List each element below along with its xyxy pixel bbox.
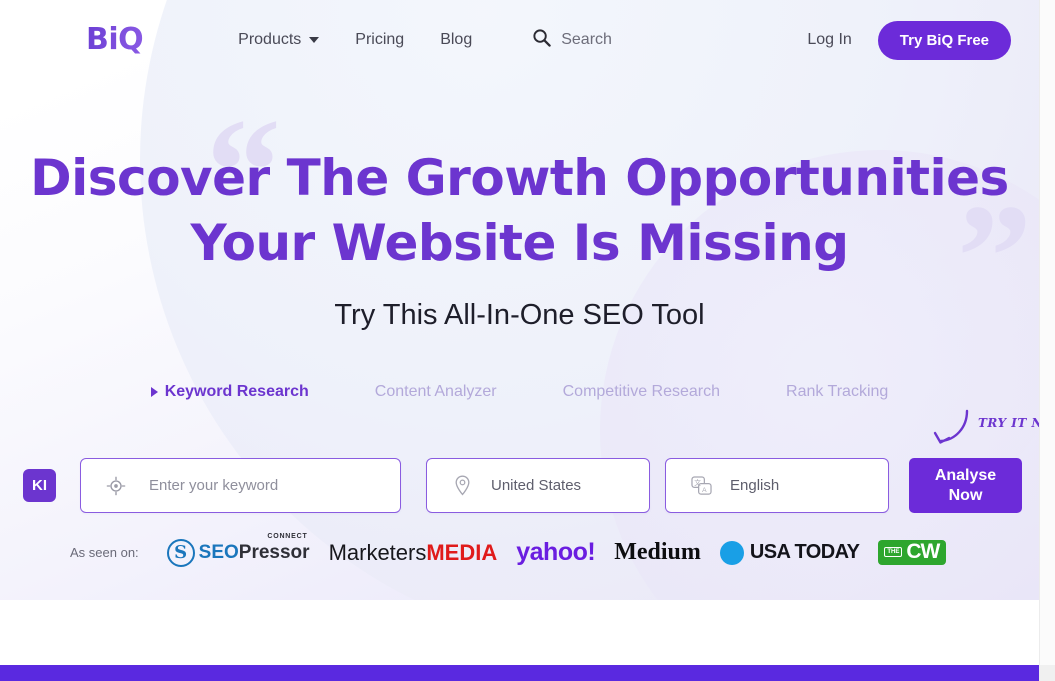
logo-seopressor: S SEOPressor CONNECT bbox=[166, 533, 310, 567]
login-link[interactable]: Log In bbox=[807, 31, 851, 49]
page-scrollbar[interactable] bbox=[1039, 0, 1055, 681]
tab-keyword-research[interactable]: Keyword Research bbox=[118, 383, 342, 401]
cw-the-label: THE bbox=[884, 546, 903, 557]
logo-yahoo: yahoo! bbox=[516, 538, 596, 566]
nav-item-pricing[interactable]: Pricing bbox=[337, 31, 422, 49]
cw-badge: THE CW bbox=[878, 539, 947, 566]
tool-tabs: Keyword Research Content Analyzer Compet… bbox=[0, 383, 1039, 401]
scrollbar-corner bbox=[1040, 665, 1055, 681]
country-select-value: United States bbox=[491, 477, 582, 494]
marketersmedia-text-a: Marketers bbox=[328, 539, 427, 565]
tab-keyword-research-label: Keyword Research bbox=[164, 383, 309, 400]
main-navigation: Products Pricing Blog bbox=[220, 31, 490, 49]
search-icon bbox=[532, 28, 551, 52]
background-decoration bbox=[0, 0, 1055, 681]
logo-medium: Medium bbox=[614, 539, 701, 565]
seopressor-text-b: Pressor bbox=[238, 541, 310, 563]
page-root: “ ” BiQ Products Pricing Blog Search Log… bbox=[0, 0, 1055, 681]
cw-wordmark: CW bbox=[906, 539, 940, 563]
seopressor-wordmark: SEOPressor CONNECT bbox=[198, 533, 310, 564]
svg-text:文: 文 bbox=[694, 477, 701, 486]
seopressor-superscript: CONNECT bbox=[267, 532, 308, 540]
logo-usatoday: USA TODAY bbox=[719, 540, 860, 565]
seopressor-mark-icon: S bbox=[166, 538, 195, 567]
translate-icon: 文 A bbox=[690, 475, 712, 497]
header-search-label: Search bbox=[561, 31, 612, 48]
header-search[interactable]: Search bbox=[532, 28, 612, 52]
language-select-value: English bbox=[730, 477, 780, 494]
page-title: Discover The Growth Opportunities Your W… bbox=[0, 146, 1039, 276]
as-seen-on-section: As seen on: S SEOPressor CONNECT Marketer… bbox=[0, 533, 1039, 567]
seopressor-text-a: SEO bbox=[198, 541, 239, 563]
try-biq-free-button[interactable]: Try BiQ Free bbox=[877, 20, 1011, 60]
marketersmedia-text-b: MEDIA bbox=[426, 539, 498, 565]
nav-item-products-label: Products bbox=[238, 31, 302, 48]
footer-accent-bar bbox=[0, 665, 1039, 681]
target-icon bbox=[105, 475, 127, 497]
tab-rank-tracking[interactable]: Rank Tracking bbox=[753, 383, 921, 401]
headline-line-1: Discover The Growth Opportunities bbox=[30, 149, 1009, 207]
nav-item-products[interactable]: Products bbox=[220, 31, 337, 49]
keyword-search-form: KI Enter your keyword United States 文 A … bbox=[0, 458, 1039, 513]
logo-marketersmedia: Marketers MEDIA bbox=[329, 540, 498, 566]
tab-content-analyzer[interactable]: Content Analyzer bbox=[342, 383, 530, 401]
country-select[interactable]: United States bbox=[426, 458, 650, 513]
chevron-down-icon bbox=[309, 37, 320, 43]
svg-text:A: A bbox=[702, 486, 707, 493]
triangle-marker-icon bbox=[150, 387, 158, 397]
keyword-input-wrapper[interactable]: Enter your keyword bbox=[80, 458, 401, 513]
language-select[interactable]: 文 A English bbox=[665, 458, 889, 513]
press-logos: S SEOPressor CONNECT Marketers MEDIA yahoo… bbox=[166, 533, 947, 567]
ki-badge[interactable]: KI bbox=[23, 469, 56, 502]
analyse-button-line-1: Analyse bbox=[934, 467, 997, 485]
tab-competitive-research[interactable]: Competitive Research bbox=[530, 383, 753, 401]
nav-item-blog[interactable]: Blog bbox=[422, 31, 490, 49]
analyse-button-line-2: Now bbox=[948, 486, 983, 504]
usatoday-circle-icon bbox=[719, 540, 744, 565]
try-it-now-annotation: TRY IT NOW! bbox=[925, 404, 1055, 452]
location-pin-icon bbox=[451, 475, 473, 497]
logo-cw: THE CW bbox=[878, 539, 947, 566]
curved-arrow-icon bbox=[933, 409, 969, 444]
headline-line-2: Your Website Is Missing bbox=[190, 214, 849, 272]
keyword-input-placeholder: Enter your keyword bbox=[149, 477, 279, 494]
as-seen-on-label: As seen on: bbox=[70, 545, 139, 560]
site-header: BiQ Products Pricing Blog Search Log In … bbox=[0, 0, 1039, 80]
biq-logo[interactable]: BiQ bbox=[86, 25, 144, 55]
page-subtitle: Try This All-In-One SEO Tool bbox=[334, 299, 705, 331]
usatoday-wordmark: USA TODAY bbox=[749, 541, 860, 563]
analyse-now-button[interactable]: Analyse Now bbox=[909, 458, 1022, 513]
